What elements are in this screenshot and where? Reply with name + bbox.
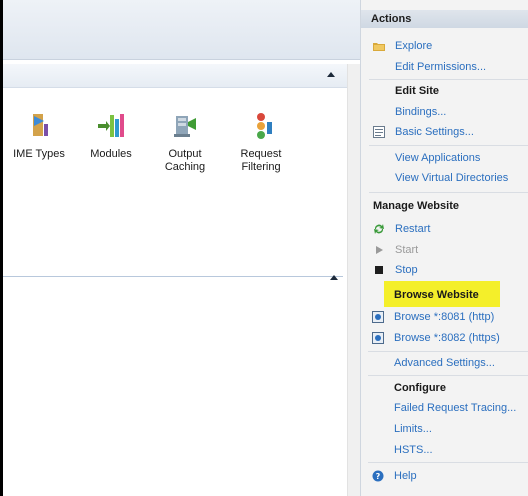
output-caching-icon — [174, 116, 196, 137]
feature-modules[interactable]: Modules — [79, 112, 143, 161]
browse-http-link[interactable]: Browse *:8081 (http) — [360, 307, 528, 327]
hsts-link[interactable]: HSTS... — [360, 440, 528, 460]
help-icon: ? — [372, 470, 384, 482]
vertical-scrollbar[interactable] — [347, 64, 360, 496]
browse-https-link[interactable]: Browse *:8082 (https) — [360, 328, 528, 348]
feature-request-filtering[interactable]: Request Filtering — [229, 112, 293, 174]
browse-icon — [372, 311, 384, 323]
modules-icon — [98, 114, 124, 137]
separator — [368, 375, 528, 376]
request-filtering-icon — [257, 113, 272, 139]
actions-pane-lower: Browse Website Browse *:8081 (http) Brow… — [360, 0, 528, 496]
limits-link[interactable]: Limits... — [360, 419, 528, 439]
features-toolbar-band — [3, 0, 360, 60]
separator — [368, 351, 528, 352]
failed-request-tracing-link[interactable]: Failed Request Tracing... — [360, 398, 528, 418]
section-divider — [3, 276, 343, 277]
browse-icon — [372, 332, 384, 344]
svg-text:?: ? — [376, 472, 381, 481]
help-link[interactable]: ? Help — [360, 466, 528, 486]
browse-website-heading: Browse Website — [394, 289, 479, 301]
advanced-settings-link[interactable]: Advanced Settings... — [360, 353, 528, 373]
mime-types-icon — [33, 114, 48, 136]
features-group-header[interactable] — [3, 64, 347, 88]
feature-mime-types[interactable]: IME Types — [7, 112, 71, 161]
feature-output-caching[interactable]: Output Caching — [153, 112, 217, 174]
collapse-arrow-icon[interactable] — [327, 72, 335, 77]
features-view: IME Types Modules Output Caching Request… — [0, 0, 360, 496]
separator — [368, 462, 528, 463]
configure-heading: Configure — [394, 382, 446, 394]
collapse-arrow-icon[interactable] — [330, 275, 338, 280]
